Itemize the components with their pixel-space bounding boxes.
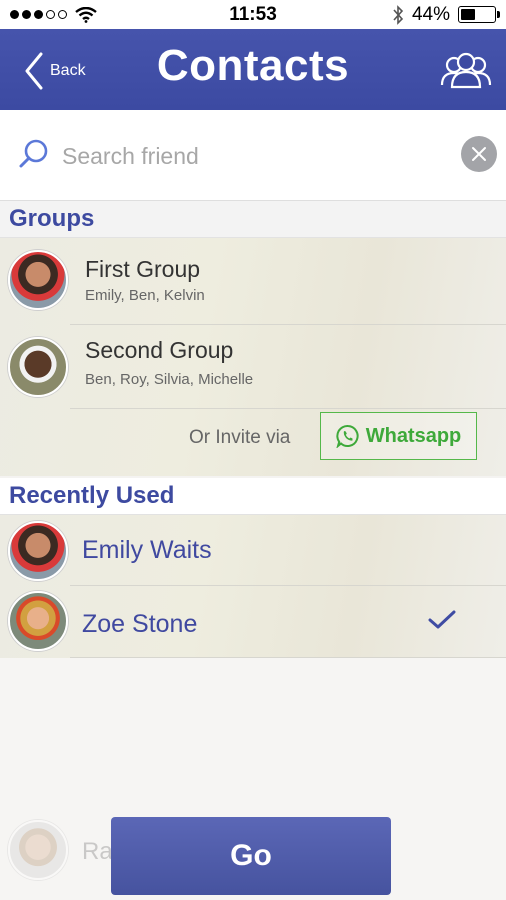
battery-icon xyxy=(458,6,500,23)
avatar xyxy=(8,250,68,310)
recent-panel: Emily Waits Zoe Stone xyxy=(0,515,506,658)
group-name: First Group xyxy=(85,256,201,282)
status-right: 44% xyxy=(392,3,500,26)
avatar xyxy=(8,521,68,581)
whatsapp-invite-button[interactable]: Whatsapp xyxy=(320,412,477,460)
divider xyxy=(70,408,506,409)
groups-header-label: Groups xyxy=(9,205,95,232)
clear-search-button[interactable] xyxy=(461,136,497,172)
checkmark-icon xyxy=(428,610,456,629)
whatsapp-label: Whatsapp xyxy=(365,424,462,447)
avatar xyxy=(8,820,68,880)
status-left xyxy=(10,6,97,23)
recent-section-header: Recently Used xyxy=(0,478,506,515)
wifi-icon xyxy=(75,6,97,23)
signal-strength-icon xyxy=(10,10,67,19)
whatsapp-icon xyxy=(336,425,359,448)
page-title: Contacts xyxy=(156,41,350,90)
avatar xyxy=(8,591,68,651)
group-row[interactable]: Second Group Ben, Roy, Silvia, Michelle xyxy=(0,325,506,409)
close-icon xyxy=(472,147,486,161)
group-name: Second Group xyxy=(85,337,234,363)
people-group-icon xyxy=(440,52,492,89)
search-input[interactable] xyxy=(62,136,442,176)
search-icon xyxy=(19,139,48,168)
recent-header-label: Recently Used xyxy=(9,482,175,509)
groups-button[interactable] xyxy=(440,51,492,91)
invite-label: Or Invite via xyxy=(189,427,291,448)
status-bar: 11:53 44% xyxy=(0,0,506,29)
group-row[interactable]: First Group Emily, Ben, Kelvin xyxy=(0,238,506,325)
avatar xyxy=(8,337,68,397)
search-bar xyxy=(0,110,506,201)
contact-name: Zoe Stone xyxy=(82,610,198,638)
nav-bar: Back Contacts xyxy=(0,29,506,110)
bluetooth-icon xyxy=(393,4,404,25)
contact-name: Ra xyxy=(82,838,113,865)
contact-name: Emily Waits xyxy=(82,536,212,564)
go-button[interactable]: Go xyxy=(111,817,391,895)
group-members: Ben, Roy, Silvia, Michelle xyxy=(85,371,254,388)
group-members: Emily, Ben, Kelvin xyxy=(85,287,205,304)
groups-section-header: Groups xyxy=(0,201,506,238)
battery-percent: 44% xyxy=(411,3,450,25)
contact-row[interactable]: Emily Waits xyxy=(0,515,506,586)
